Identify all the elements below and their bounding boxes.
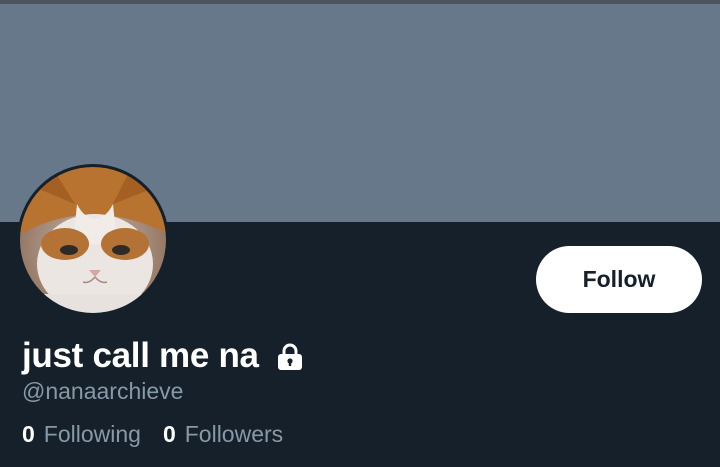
followers-label: Followers <box>184 421 284 447</box>
following-label: Following <box>43 421 141 447</box>
profile-page: Follow just call me na @nanaarchieve 0 F… <box>0 0 720 467</box>
profile-stats: 0 Following 0 Followers <box>22 421 283 448</box>
following-stat[interactable]: 0 Following <box>22 421 141 448</box>
following-count: 0 <box>22 421 35 447</box>
display-name: just call me na <box>22 336 259 375</box>
followers-count: 0 <box>162 421 176 447</box>
name-row: just call me na <box>22 334 305 378</box>
profile-handle: @nanaarchieve <box>22 378 184 404</box>
cat-avatar-icon <box>18 165 168 315</box>
follow-button[interactable]: Follow <box>536 246 702 313</box>
avatar[interactable] <box>17 164 169 316</box>
lock-icon <box>275 342 305 372</box>
followers-stat[interactable]: 0 Followers <box>163 421 283 448</box>
